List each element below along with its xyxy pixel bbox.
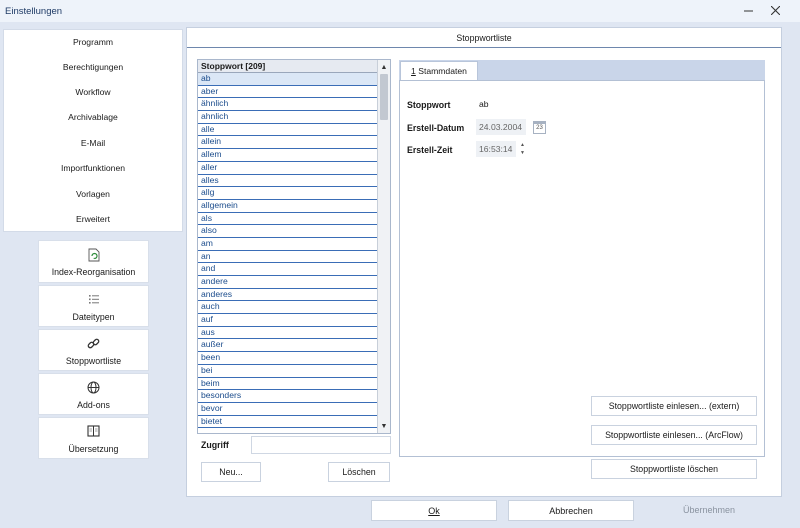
stammdaten-pane: Stoppwort ab Erstell-Datum 24.03.2004 23… [399,80,765,479]
tile-uebersetzung[interactable]: Übersetzung [38,417,149,459]
stoppwort-field[interactable]: ab [476,96,756,112]
tile-label: Stoppwortliste [65,356,122,366]
minimize-icon [743,10,753,11]
new-button[interactable]: Neu... [201,462,261,482]
list-icon [39,293,148,309]
settings-nav: Programm Berechtigungen Workflow Archiva… [3,29,183,232]
book-icon [39,425,148,441]
erstell-datum-field: 24.03.2004 [476,119,526,135]
scroll-down-icon[interactable]: ▼ [378,420,390,432]
tile-label: Add-ons [77,400,110,410]
list-item[interactable]: außer [198,339,378,353]
list-item[interactable]: als [198,213,378,226]
tab-number: 1 [411,66,416,76]
tile-label: Index-Reorganisation [51,267,136,277]
tab-label: Stammdaten [418,66,467,76]
list-item[interactable]: an [198,251,378,264]
list-item[interactable]: been [198,352,378,365]
list-item[interactable]: ähnlich [198,98,378,112]
time-spinner[interactable]: ▲ ▼ [518,141,527,157]
calendar-icon[interactable]: 23 [533,121,546,134]
nav-item-importfunktionen[interactable]: Importfunktionen [4,159,182,177]
list-item[interactable]: anderes [198,289,378,302]
apply-button: Übernehmen [682,505,736,515]
list-item[interactable]: aller [198,162,378,175]
spin-down-icon[interactable]: ▼ [518,149,527,157]
erstell-zeit-field: 16:53:14 [476,141,516,157]
ok-label: Ok [428,506,440,516]
list-item[interactable]: allem [198,149,378,162]
nav-item-programm[interactable]: Programm [4,33,182,51]
cancel-button[interactable]: Abbrechen [508,500,634,521]
close-button[interactable] [767,3,783,17]
list-item[interactable]: bevor [198,403,378,416]
import-extern-button[interactable]: Stoppwortliste einlesen... (extern) [591,396,757,416]
delete-list-button[interactable]: Stoppwortliste löschen [591,459,757,479]
list-item[interactable]: aber [198,86,378,99]
nav-item-archivablage[interactable]: Archivablage [4,108,182,126]
list-item[interactable]: auf [198,314,378,327]
list-scrollbar[interactable]: ▲ ▼ [377,60,390,433]
list-item[interactable]: andere [198,276,378,289]
list-item[interactable]: bei [198,365,378,378]
tile-stoppwortliste[interactable]: Stoppwortliste [38,329,149,371]
panel-title: Stoppwortliste [187,28,781,48]
list-item[interactable]: alles [198,175,378,188]
zugriff-label: Zugriff [201,440,229,450]
nav-item-erweitert[interactable]: Erweitert [4,210,182,228]
nav-item-vorlagen[interactable]: Vorlagen [4,185,182,203]
list-rows: ab aber ähnlich ahnlich alle allein allem aller… [198,73,378,429]
list-item[interactable]: am [198,238,378,251]
reorganize-icon [39,248,148,264]
ok-button[interactable]: Ok [371,500,497,521]
erstell-datum-label: Erstell-Datum [407,123,465,133]
list-column-header[interactable]: Stoppwort [209] [198,60,378,73]
erstell-zeit-label: Erstell-Zeit [407,145,453,155]
delete-button[interactable]: Löschen [328,462,390,482]
scroll-up-icon[interactable]: ▲ [378,61,390,73]
title-bar: Einstellungen [0,0,800,22]
list-item[interactable]: besonders [198,390,378,403]
list-item[interactable]: and [198,263,378,276]
list-item[interactable]: alle [198,124,378,137]
stopword-list[interactable]: Stoppwort [209] ab aber ähnlich ahnlich alle… [197,59,391,434]
list-item[interactable]: allein [198,136,378,150]
tile-label: Übersetzung [68,444,119,454]
minimize-button[interactable] [740,3,756,17]
list-item[interactable]: aus [198,327,378,340]
spin-up-icon[interactable]: ▲ [518,141,527,149]
tile-label: Dateitypen [72,312,115,322]
zugriff-input[interactable] [251,436,391,454]
list-item[interactable]: allgemein [198,200,378,213]
list-item[interactable]: bietet [198,416,378,429]
tab-strip: 1 Stammdaten [399,60,765,80]
nav-item-email[interactable]: E-Mail [4,134,182,152]
list-item[interactable]: auch [198,301,378,315]
link-icon [39,337,148,353]
tab-stammdaten[interactable]: 1 Stammdaten [400,61,478,80]
tile-index-reorganisation[interactable]: Index-Reorganisation [38,240,149,283]
list-item[interactable]: ahnlich [198,111,378,124]
tile-add-ons[interactable]: Add-ons [38,373,149,415]
tile-dateitypen[interactable]: Dateitypen [38,285,149,327]
list-item[interactable]: beim [198,378,378,391]
stoppwort-label: Stoppwort [407,100,451,110]
list-item[interactable]: allg [198,187,378,200]
import-arcflow-button[interactable]: Stoppwortliste einlesen... (ArcFlow) [591,425,757,445]
close-icon [770,5,780,15]
nav-item-workflow[interactable]: Workflow [4,83,182,101]
nav-item-berechtigungen[interactable]: Berechtigungen [4,58,182,76]
globe-icon [39,381,148,397]
window-title: Einstellungen [5,6,63,17]
list-item[interactable]: ab [198,73,378,86]
list-item[interactable]: also [198,225,378,238]
scroll-thumb[interactable] [380,74,388,120]
stoppwortliste-panel: Stoppwortliste Stoppwort [209] ab aber ähn… [186,27,782,497]
